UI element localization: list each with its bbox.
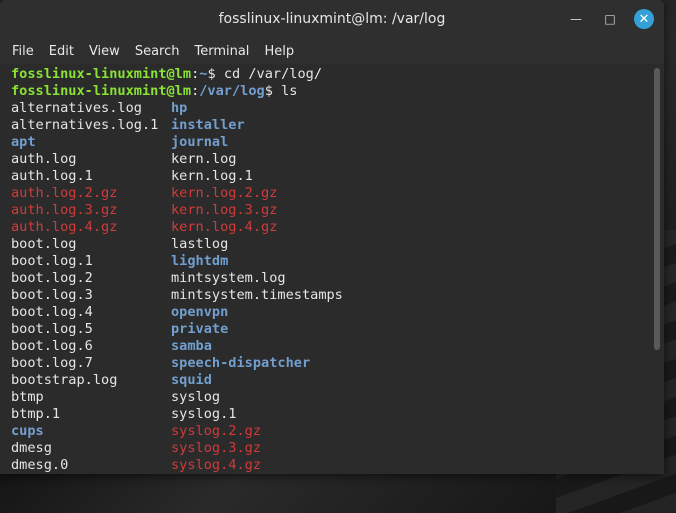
listing-row: auth.log.2.gz kern.log.2.gz [11, 185, 664, 202]
file-entry: dmesg [11, 440, 52, 456]
close-icon[interactable]: ✕ [634, 9, 654, 29]
listing-row: auth.log.1 kern.log.1 [11, 168, 664, 185]
listing-row: alternatives.log.1 installer [11, 117, 664, 134]
minimize-icon[interactable]: — [566, 9, 586, 29]
listing-row: boot.log.7 speech-dispatcher [11, 355, 664, 372]
listing-row: bootstrap.log squid [11, 372, 664, 389]
file-entry: kern.log.1 [171, 168, 253, 184]
file-entry: auth.log.1 [11, 168, 93, 184]
directory-entry: squid [171, 372, 212, 388]
archive-entry: syslog.2.gz [171, 423, 262, 439]
prompt-user: fosslinux-linuxmint@lm [11, 66, 192, 82]
listing-row: boot.log.6 samba [11, 338, 664, 355]
archive-entry: auth.log.4.gz [11, 219, 118, 235]
file-entry: boot.log.2 [11, 270, 93, 286]
listing-row: btmp syslog [11, 389, 664, 406]
terminal-window[interactable]: fosslinux-linuxmint@lm: /var/log — □ ✕ F… [0, 0, 664, 474]
archive-entry: auth.log.2.gz [11, 185, 118, 201]
file-entry: alternatives.log.1 [11, 117, 159, 133]
directory-entry: cups [11, 423, 44, 439]
file-entry: bootstrap.log [11, 372, 118, 388]
file-entry: boot.log [11, 236, 77, 252]
command-text: cd /var/log/ [223, 66, 323, 82]
menu-help[interactable]: Help [264, 44, 294, 59]
directory-entry: private [171, 321, 229, 337]
prompt-path: /var/log [199, 83, 265, 99]
prompt-symbol: $ [207, 66, 224, 82]
file-entry: kern.log [171, 151, 237, 167]
file-entry: boot.log.6 [11, 338, 93, 354]
listing-row: alternatives.log hp [11, 100, 664, 117]
listing-row: boot.log.1 lightdm [11, 253, 664, 270]
file-entry: alternatives.log [11, 100, 142, 116]
file-entry: boot.log.7 [11, 355, 93, 371]
title-bar[interactable]: fosslinux-linuxmint@lm: /var/log — □ ✕ [0, 0, 664, 38]
listing-row: auth.log.4.gz kern.log.4.gz [11, 219, 664, 236]
file-entry: boot.log.3 [11, 287, 93, 303]
file-entry: mintsystem.timestamps [171, 287, 343, 303]
listing-row: boot.log.3 mintsystem.timestamps [11, 287, 664, 304]
file-entry: auth.log [11, 151, 77, 167]
listing-row: boot.log.2 mintsystem.log [11, 270, 664, 287]
directory-entry: samba [171, 338, 212, 354]
listing-row: btmp.1 syslog.1 [11, 406, 664, 423]
directory-entry: journal [171, 134, 229, 150]
directory-entry: installer [171, 117, 245, 133]
directory-entry: apt [11, 134, 36, 150]
prompt-line: fosslinux-linuxmint@lm:~$ cd /var/log/ [11, 66, 664, 83]
listing-row: auth.log.3.gz kern.log.3.gz [11, 202, 664, 219]
directory-entry: lightdm [171, 253, 229, 269]
listing-row: dmesg.0 syslog.4.gz [11, 457, 664, 474]
listing-row: apt journal [11, 134, 664, 151]
file-entry: boot.log.4 [11, 304, 93, 320]
archive-entry: kern.log.4.gz [171, 219, 278, 235]
file-entry: btmp.1 [11, 406, 61, 422]
menu-search[interactable]: Search [135, 44, 180, 59]
listing-row: boot.log.5 private [11, 321, 664, 338]
listing-row: boot.log lastlog [11, 236, 664, 253]
file-entry: mintsystem.log [171, 270, 286, 286]
directory-entry: openvpn [171, 304, 229, 320]
menu-bar: File Edit View Search Terminal Help [0, 38, 664, 64]
terminal-output[interactable]: fosslinux-linuxmint@lm:~$ cd /var/log/ f… [0, 64, 664, 474]
prompt-line: fosslinux-linuxmint@lm:/var/log$ ls [11, 83, 664, 100]
listing-row: cups syslog.2.gz [11, 423, 664, 440]
archive-entry: kern.log.3.gz [171, 202, 278, 218]
file-entry: syslog [171, 389, 221, 405]
desktop-background: fosslinux-linuxmint@lm: /var/log — □ ✕ F… [0, 0, 676, 513]
prompt-user: fosslinux-linuxmint@lm [11, 83, 192, 99]
window-controls: — □ ✕ [566, 9, 654, 29]
file-entry: boot.log.1 [11, 253, 93, 269]
listing-row: boot.log.4 openvpn [11, 304, 664, 321]
file-entry: boot.log.5 [11, 321, 93, 337]
window-title: fosslinux-linuxmint@lm: /var/log [218, 11, 446, 27]
prompt-symbol: $ [264, 83, 282, 99]
menu-terminal[interactable]: Terminal [194, 44, 249, 59]
listing-row: auth.log kern.log [11, 151, 664, 168]
listing-row: dmesg syslog.3.gz [11, 440, 664, 457]
maximize-icon[interactable]: □ [600, 9, 620, 29]
directory-entry: hp [171, 100, 188, 116]
menu-file[interactable]: File [12, 44, 34, 59]
menu-view[interactable]: View [89, 44, 120, 59]
terminal-scrollbar[interactable] [654, 68, 660, 350]
directory-entry: speech-dispatcher [171, 355, 311, 371]
archive-entry: syslog.4.gz [171, 457, 262, 473]
archive-entry: auth.log.3.gz [11, 202, 118, 218]
archive-entry: kern.log.2.gz [171, 185, 278, 201]
file-entry: syslog.1 [171, 406, 237, 422]
file-entry: dmesg.0 [11, 457, 69, 473]
ls-listing: alternatives.log hp alternatives.log.1 inst… [11, 100, 664, 474]
command-text: ls [281, 83, 298, 99]
file-entry: lastlog [171, 236, 229, 252]
file-entry: btmp [11, 389, 44, 405]
archive-entry: syslog.3.gz [171, 440, 262, 456]
menu-edit[interactable]: Edit [49, 44, 74, 59]
